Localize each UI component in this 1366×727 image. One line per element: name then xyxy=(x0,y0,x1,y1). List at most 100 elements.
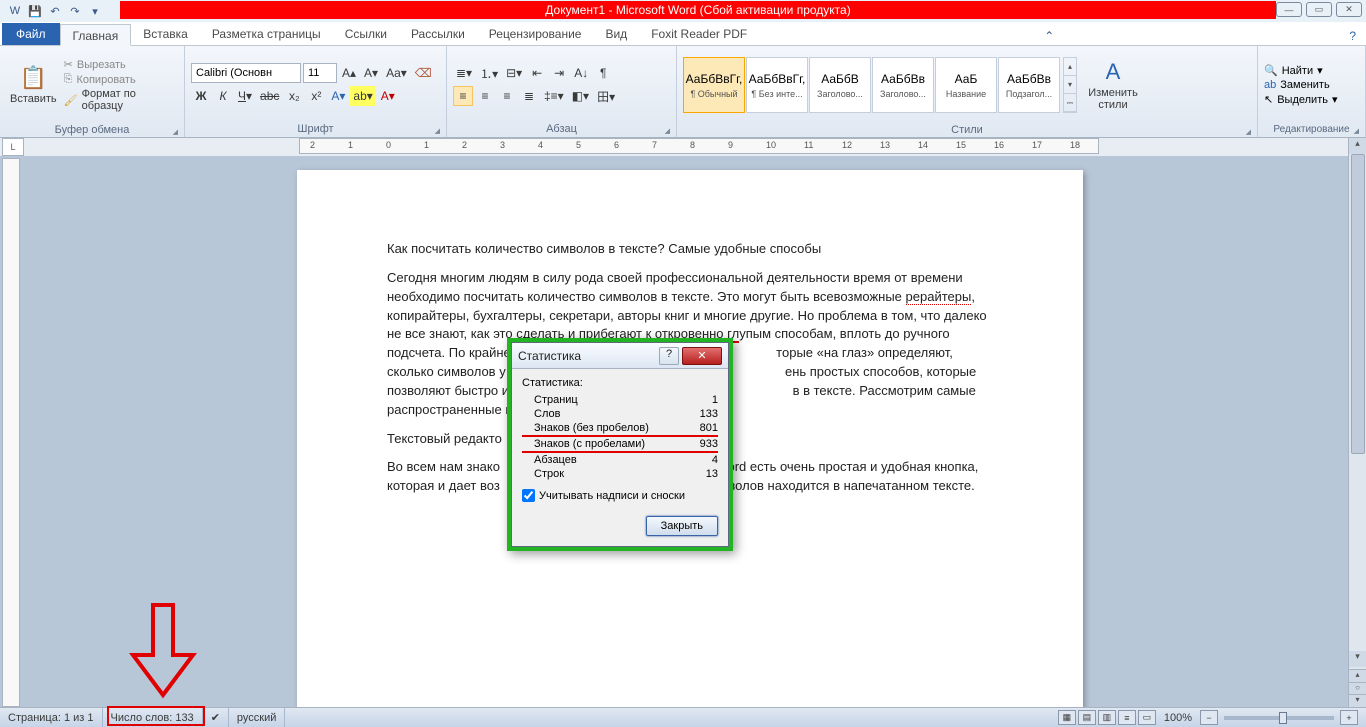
replace-button[interactable]: abЗаменить xyxy=(1264,79,1338,91)
scroll-thumb[interactable] xyxy=(1351,154,1365,454)
underline-button[interactable]: Ч▾ xyxy=(235,86,255,106)
tab-foxit[interactable]: Foxit Reader PDF xyxy=(639,23,759,45)
scroll-down-button[interactable]: ▾ xyxy=(1349,651,1366,667)
dialog-close-btn[interactable]: Закрыть xyxy=(646,516,718,536)
style-item[interactable]: АаБНазвание xyxy=(935,57,997,113)
save-icon[interactable]: 💾 xyxy=(26,2,44,20)
style-item[interactable]: АаБбВвГг,¶ Обычный xyxy=(683,57,745,113)
paste-button[interactable]: 📋 Вставить xyxy=(6,48,61,122)
horizontal-ruler[interactable]: 210123456789101112131415161718 xyxy=(299,138,1099,154)
font-size-combo[interactable] xyxy=(303,63,337,83)
shading-button[interactable]: ◧▾ xyxy=(569,86,592,106)
style-item[interactable]: АаБбВЗаголово... xyxy=(809,57,871,113)
status-language[interactable]: русский xyxy=(229,708,285,727)
style-item[interactable]: АаБбВвЗаголово... xyxy=(872,57,934,113)
zoom-in-button[interactable]: + xyxy=(1340,710,1358,725)
numbering-button[interactable]: ⒈▾ xyxy=(477,63,501,83)
tab-review[interactable]: Рецензирование xyxy=(477,23,594,45)
stat-rows: Страниц1Слов133Знаков (без пробелов)801З… xyxy=(522,393,718,481)
maximize-button[interactable]: ▭ xyxy=(1306,2,1332,17)
strikethrough-button[interactable]: abc xyxy=(257,86,282,106)
text-effects-button[interactable]: A▾ xyxy=(328,86,348,106)
decrease-indent-button[interactable]: ⇤ xyxy=(527,63,547,83)
clear-formatting-button[interactable]: ⌫ xyxy=(412,63,435,83)
font-color-button[interactable]: A▾ xyxy=(378,86,398,106)
highlight-button[interactable]: ab▾ xyxy=(350,86,375,106)
view-web-layout[interactable]: ▥ xyxy=(1098,710,1116,725)
ribbon-minimize-icon[interactable]: ⌃ xyxy=(1034,27,1064,45)
view-draft[interactable]: ▭ xyxy=(1138,710,1156,725)
find-button[interactable]: 🔍Найти ▾ xyxy=(1264,64,1338,77)
align-left-button[interactable]: ≡ xyxy=(453,86,473,106)
dialog-titlebar[interactable]: Статистика ? ✕ xyxy=(512,343,728,369)
zoom-thumb[interactable] xyxy=(1279,712,1287,724)
show-marks-button[interactable]: ¶ xyxy=(593,63,613,83)
italic-button[interactable]: К xyxy=(213,86,233,106)
style-item[interactable]: АаБбВвГг,¶ Без инте... xyxy=(746,57,808,113)
bold-button[interactable]: Ж xyxy=(191,86,211,106)
change-case-button[interactable]: Aa▾ xyxy=(383,63,410,83)
increase-indent-button[interactable]: ⇥ xyxy=(549,63,569,83)
format-painter-button[interactable]: 🖌Формат по образцу xyxy=(64,88,178,112)
ruler-area: L 210123456789101112131415161718 xyxy=(0,138,1366,156)
borders-button[interactable]: 田▾ xyxy=(594,86,618,106)
styles-expand[interactable]: ⎓ xyxy=(1064,94,1076,112)
window-title: Документ1 - Microsoft Word (Сбой активац… xyxy=(120,1,1276,19)
include-textboxes-check[interactable] xyxy=(522,489,535,502)
justify-button[interactable]: ≣ xyxy=(519,86,539,106)
status-word-count[interactable]: Число слов: 133 xyxy=(103,708,203,727)
bullets-button[interactable]: ≣▾ xyxy=(453,63,475,83)
superscript-button[interactable]: x² xyxy=(306,86,326,106)
align-right-button[interactable]: ≡ xyxy=(497,86,517,106)
align-center-button[interactable]: ≡ xyxy=(475,86,495,106)
vertical-ruler[interactable] xyxy=(2,158,20,707)
prev-page-button[interactable]: ▴ xyxy=(1349,669,1366,682)
tab-home[interactable]: Главная xyxy=(60,24,132,46)
styles-scroll-up[interactable]: ▴ xyxy=(1064,58,1076,76)
tab-mailings[interactable]: Рассылки xyxy=(399,23,477,45)
copy-button[interactable]: ⎘Копировать xyxy=(64,73,178,86)
tab-file[interactable]: Файл xyxy=(2,23,60,45)
next-page-button[interactable]: ▾ xyxy=(1349,694,1366,707)
tab-selector[interactable]: L xyxy=(2,138,24,156)
scroll-up-button[interactable]: ▴ xyxy=(1349,138,1366,154)
tab-view[interactable]: Вид xyxy=(593,23,639,45)
tab-references[interactable]: Ссылки xyxy=(333,23,399,45)
zoom-out-button[interactable]: − xyxy=(1200,710,1218,725)
redo-icon[interactable]: ↷ xyxy=(66,2,84,20)
line-spacing-button[interactable]: ‡≡▾ xyxy=(541,86,567,106)
zoom-level[interactable]: 100% xyxy=(1164,712,1192,724)
undo-icon[interactable]: ↶ xyxy=(46,2,64,20)
change-styles-button[interactable]: A Изменить стили xyxy=(1080,48,1146,122)
status-proofing[interactable]: ✔ xyxy=(203,708,229,727)
sort-button[interactable]: A↓ xyxy=(571,63,591,83)
statistics-dialog: Статистика ? ✕ Статистика: Страниц1Слов1… xyxy=(507,338,733,551)
view-outline[interactable]: ≡ xyxy=(1118,710,1136,725)
view-full-screen[interactable]: ▤ xyxy=(1078,710,1096,725)
stat-row: Знаков (с пробелами)933 xyxy=(522,437,718,453)
close-window-button[interactable]: ✕ xyxy=(1336,2,1362,17)
cut-button[interactable]: ✂Вырезать xyxy=(64,58,178,71)
dialog-help-button[interactable]: ? xyxy=(659,347,679,365)
tab-page-layout[interactable]: Разметка страницы xyxy=(200,23,333,45)
help-icon[interactable]: ? xyxy=(1339,27,1366,45)
browse-object-button[interactable]: ○ xyxy=(1349,682,1366,695)
shrink-font-button[interactable]: A▾ xyxy=(361,63,381,83)
subscript-button[interactable]: x₂ xyxy=(284,86,304,106)
dialog-close-button[interactable]: ✕ xyxy=(682,347,722,365)
multilevel-button[interactable]: ⊟▾ xyxy=(503,63,525,83)
view-print-layout[interactable]: ▦ xyxy=(1058,710,1076,725)
tab-insert[interactable]: Вставка xyxy=(131,23,200,45)
qat-customize-icon[interactable]: ▾ xyxy=(86,2,104,20)
select-button[interactable]: ↖Выделить ▾ xyxy=(1264,93,1338,106)
minimize-button[interactable]: — xyxy=(1276,2,1302,17)
word-icon[interactable]: W xyxy=(6,2,24,20)
scissors-icon: ✂ xyxy=(64,58,73,71)
style-item[interactable]: АаБбВвПодзагол... xyxy=(998,57,1060,113)
status-page[interactable]: Страница: 1 из 1 xyxy=(0,708,103,727)
font-name-combo[interactable] xyxy=(191,63,301,83)
zoom-slider[interactable] xyxy=(1224,716,1334,720)
include-textboxes-checkbox[interactable]: Учитывать надписи и сноски xyxy=(522,489,718,502)
grow-font-button[interactable]: A▴ xyxy=(339,63,359,83)
styles-scroll-down[interactable]: ▾ xyxy=(1064,76,1076,94)
